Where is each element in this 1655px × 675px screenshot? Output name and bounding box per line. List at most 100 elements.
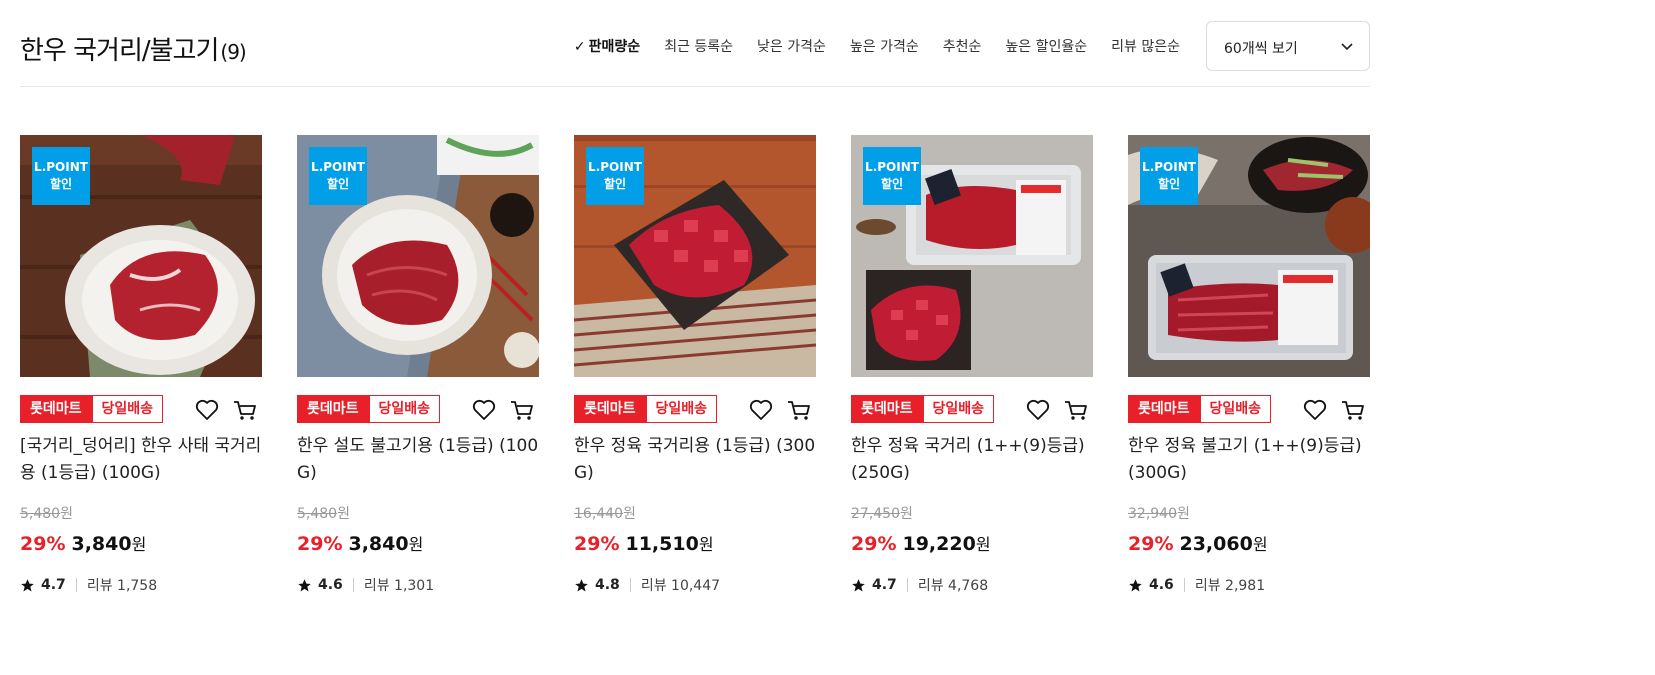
- sale-price: 29% 11,510원: [574, 533, 714, 555]
- product-image[interactable]: L.POINT 할인: [20, 135, 262, 377]
- sort-sales[interactable]: ✓ 판매량순: [574, 36, 640, 56]
- review-count: 리뷰 1,301: [363, 578, 435, 594]
- same-day-delivery-tag: 당일배송: [922, 395, 995, 423]
- rating-row: 4.7 리뷰 1,758: [20, 575, 157, 595]
- listing-header: 한우 국거리/불고기 (9) ✓ 판매량순 최근 등록순 낮은 가격순 높은 가격순…: [20, 0, 1370, 87]
- sale-price: 29% 19,220원: [851, 533, 991, 555]
- same-day-delivery-tag: 당일배송: [368, 395, 441, 423]
- lotte-mart-tag: 롯데마트: [1128, 395, 1200, 423]
- product-image[interactable]: L.POINT 할인: [297, 135, 539, 377]
- review-count: 리뷰 10,447: [640, 578, 721, 594]
- product-name[interactable]: 한우 설도 불고기용 (1등급) (100G): [297, 433, 539, 487]
- rating-score: 4.7: [872, 577, 897, 593]
- heart-icon[interactable]: [471, 397, 497, 423]
- product-image[interactable]: L.POINT 할인: [1128, 135, 1370, 377]
- cart-icon[interactable]: [232, 397, 258, 423]
- cart-icon[interactable]: [1340, 397, 1366, 423]
- delivery-tags: 롯데마트 당일배송: [851, 395, 995, 423]
- rating-row: 4.6 리뷰 2,981: [1128, 575, 1265, 595]
- divider: [906, 578, 908, 592]
- lotte-mart-tag: 롯데마트: [574, 395, 646, 423]
- delivery-tags: 롯데마트 당일배송: [20, 395, 164, 423]
- sale-price: 29% 3,840원: [20, 533, 147, 555]
- sort-discount[interactable]: 높은 할인율순: [1005, 36, 1087, 56]
- review-count: 리뷰 2,981: [1194, 578, 1266, 594]
- same-day-delivery-tag: 당일배송: [645, 395, 718, 423]
- category-title: 한우 국거리/불고기: [20, 36, 219, 66]
- rating-row: 4.7 리뷰 4,768: [851, 575, 988, 595]
- lpoint-badge: L.POINT 할인: [586, 147, 644, 205]
- divider: [352, 578, 354, 592]
- discount-rate: 29%: [20, 533, 66, 555]
- delivery-tags: 롯데마트 당일배송: [574, 395, 718, 423]
- check-icon: ✓: [573, 39, 586, 55]
- discount-rate: 29%: [1128, 533, 1174, 555]
- discount-rate: 29%: [297, 533, 343, 555]
- review-count: 리뷰 4,768: [917, 578, 989, 594]
- sale-price: 29% 23,060원: [1128, 533, 1268, 555]
- rating-score: 4.6: [318, 577, 343, 593]
- delivery-tags: 롯데마트 당일배송: [297, 395, 441, 423]
- discount-rate: 29%: [851, 533, 897, 555]
- divider: [75, 578, 77, 592]
- product-listing: 한우 국거리/불고기 (9) ✓ 판매량순 최근 등록순 낮은 가격순 높은 가격순…: [20, 0, 1370, 594]
- cart-icon[interactable]: [509, 397, 535, 423]
- review-count: 리뷰 1,758: [86, 578, 158, 594]
- same-day-delivery-tag: 당일배송: [91, 395, 164, 423]
- sort-recommended[interactable]: 추천순: [943, 36, 982, 56]
- delivery-tags: 롯데마트 당일배송: [1128, 395, 1272, 423]
- sort-reviews[interactable]: 리뷰 많은순: [1111, 36, 1180, 56]
- page-title: 한우 국거리/불고기 (9): [20, 30, 247, 67]
- star-icon: [852, 578, 865, 591]
- original-price: 5,480원: [20, 506, 73, 522]
- rating-row: 4.8 리뷰 10,447: [574, 575, 720, 595]
- lotte-mart-tag: 롯데마트: [297, 395, 369, 423]
- lpoint-badge: L.POINT 할인: [309, 147, 367, 205]
- discount-rate: 29%: [574, 533, 620, 555]
- lpoint-badge: L.POINT 할인: [32, 147, 90, 205]
- product-card[interactable]: L.POINT 할인 롯데마트 당일배송 한우 정육 불고기 (1++(9)등급)…: [1128, 135, 1370, 594]
- heart-icon[interactable]: [748, 397, 774, 423]
- product-name[interactable]: 한우 정육 불고기 (1++(9)등급) (300G): [1128, 433, 1370, 487]
- star-icon: [1129, 578, 1142, 591]
- heart-icon[interactable]: [1302, 397, 1328, 423]
- sort-high-price[interactable]: 높은 가격순: [850, 36, 919, 56]
- product-image[interactable]: L.POINT 할인: [851, 135, 1093, 377]
- same-day-delivery-tag: 당일배송: [1199, 395, 1272, 423]
- original-price: 5,480원: [297, 506, 350, 522]
- rating-score: 4.6: [1149, 577, 1174, 593]
- divider: [1183, 578, 1185, 592]
- product-name[interactable]: 한우 정육 국거리용 (1등급) (300G): [574, 433, 816, 487]
- lpoint-badge: L.POINT 할인: [1140, 147, 1198, 205]
- product-card[interactable]: L.POINT 할인 롯데마트 당일배송 [국거리_덩어리] 한우 사태 국거리용…: [20, 135, 262, 594]
- page-size-select[interactable]: 60개씩 보기: [1206, 21, 1370, 71]
- star-icon: [575, 578, 588, 591]
- product-card[interactable]: L.POINT 할인 롯데마트 당일배송 한우 설도 불고기용 (1등급) (10…: [297, 135, 539, 594]
- product-card[interactable]: L.POINT 할인 롯데마트 당일배송 한우 정육 국거리용 (1등급) (30…: [574, 135, 816, 594]
- product-name[interactable]: 한우 정육 국거리 (1++(9)등급) (250G): [851, 433, 1093, 487]
- sort-recent[interactable]: 최근 등록순: [664, 36, 733, 56]
- sort-options: ✓ 판매량순 최근 등록순 낮은 가격순 높은 가격순 추천순 높은 할인율순 리…: [574, 36, 1180, 56]
- heart-icon[interactable]: [1025, 397, 1051, 423]
- star-icon: [21, 578, 34, 591]
- rating-score: 4.7: [41, 577, 66, 593]
- divider: [629, 578, 631, 592]
- rating-row: 4.6 리뷰 1,301: [297, 575, 434, 595]
- sale-price: 29% 3,840원: [297, 533, 424, 555]
- item-count: (9): [220, 40, 246, 64]
- sort-low-price[interactable]: 낮은 가격순: [757, 36, 826, 56]
- heart-icon[interactable]: [194, 397, 220, 423]
- lotte-mart-tag: 롯데마트: [851, 395, 923, 423]
- original-price: 16,440원: [574, 506, 636, 522]
- original-price: 27,450원: [851, 506, 913, 522]
- lotte-mart-tag: 롯데마트: [20, 395, 92, 423]
- cart-icon[interactable]: [1063, 397, 1089, 423]
- original-price: 32,940원: [1128, 506, 1190, 522]
- star-icon: [298, 578, 311, 591]
- product-name[interactable]: [국거리_덩어리] 한우 사태 국거리용 (1등급) (100G): [20, 433, 262, 487]
- product-card[interactable]: L.POINT 할인 롯데마트 당일배송 한우 정육 국거리 (1++(9)등급)…: [851, 135, 1093, 594]
- cart-icon[interactable]: [786, 397, 812, 423]
- rating-score: 4.8: [595, 577, 620, 593]
- product-image[interactable]: L.POINT 할인: [574, 135, 816, 377]
- chevron-down-icon: [1341, 43, 1353, 51]
